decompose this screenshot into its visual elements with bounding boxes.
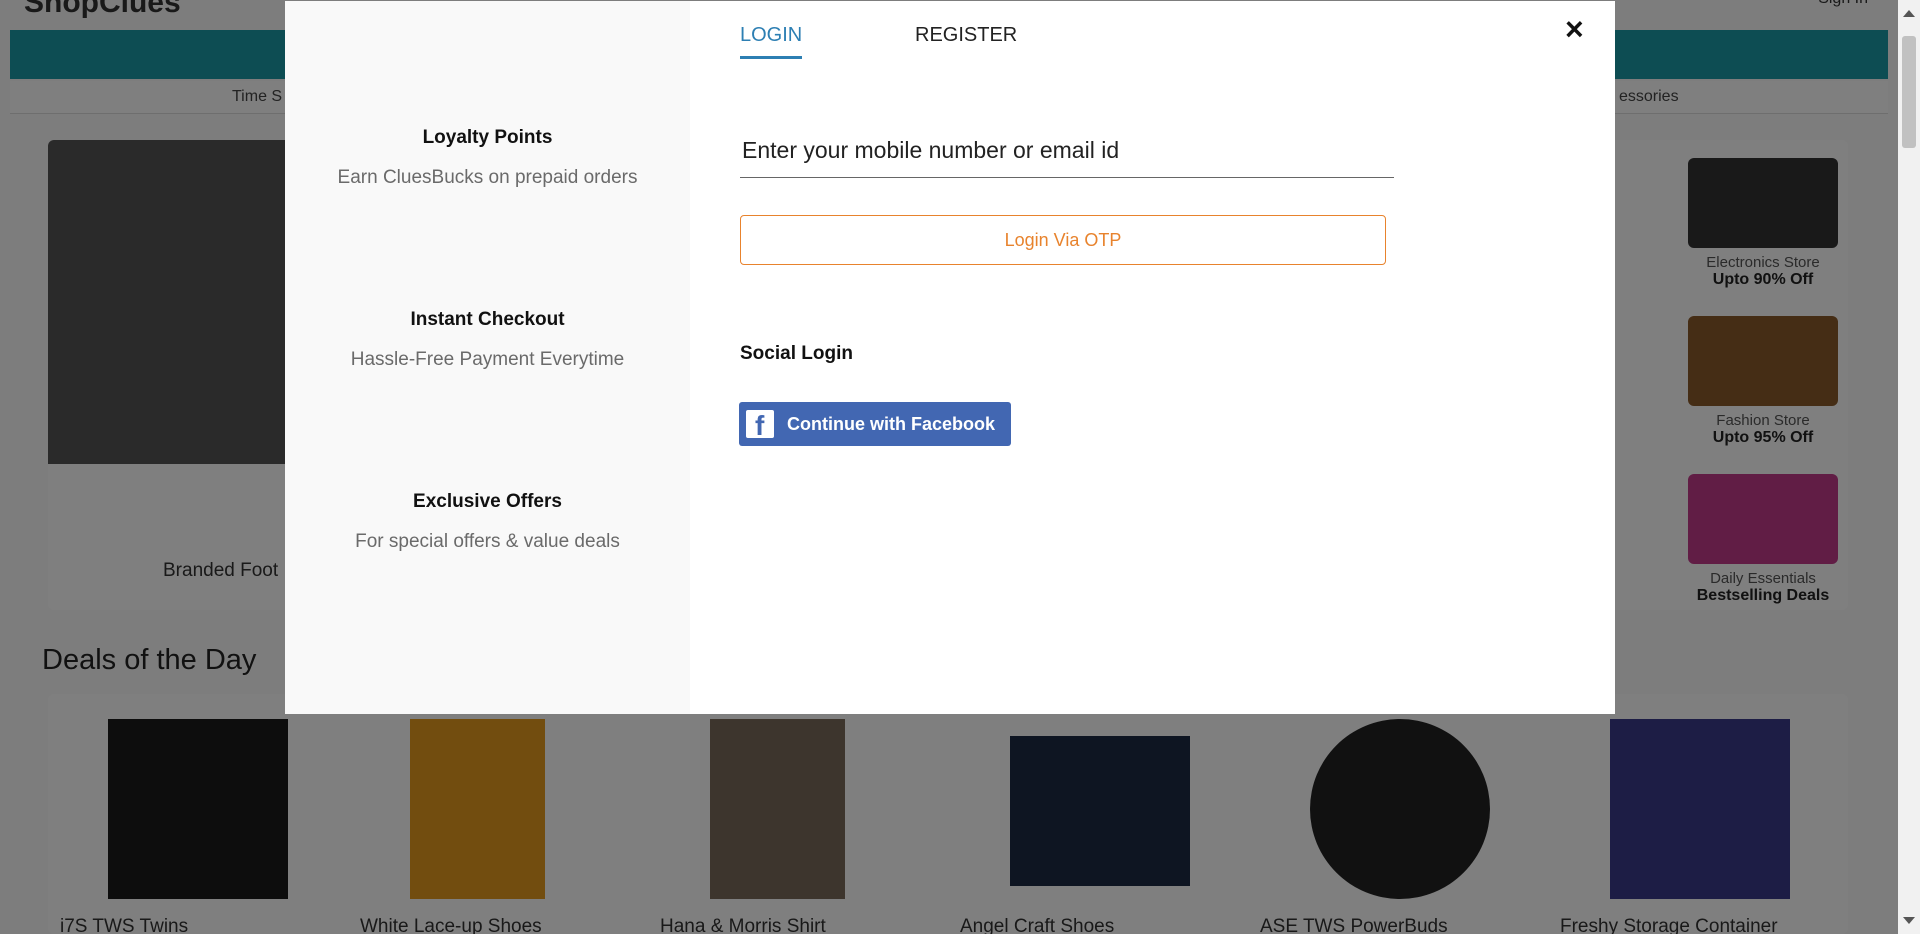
close-icon[interactable]: ×	[1565, 13, 1584, 45]
benefit-title: Instant Checkout	[410, 309, 565, 330]
benefits-panel: Loyalty Points Earn CluesBucks on prepai…	[285, 1, 690, 714]
page-scrollbar[interactable]	[1898, 0, 1920, 934]
tab-login[interactable]: LOGIN	[740, 24, 803, 59]
mobile-or-email-input[interactable]	[740, 123, 1394, 178]
scroll-down-arrow-icon[interactable]	[1903, 917, 1915, 924]
tab-register[interactable]: REGISTER	[915, 24, 1017, 47]
continue-with-facebook-button[interactable]: f Continue with Facebook	[739, 402, 1011, 446]
facebook-icon: f	[746, 410, 774, 440]
scroll-up-arrow-icon[interactable]	[1903, 10, 1915, 17]
facebook-button-label: Continue with Facebook	[787, 414, 996, 434]
benefit-loyalty-points: Loyalty Points Earn CluesBucks on prepai…	[285, 127, 690, 189]
benefit-description: Earn CluesBucks on prepaid orders	[337, 167, 638, 188]
benefit-description: Hassle-Free Payment Everytime	[350, 349, 625, 370]
benefit-title: Loyalty Points	[422, 127, 553, 148]
benefit-exclusive-offers: Exclusive Offers For special offers & va…	[285, 491, 690, 553]
benefit-description: For special offers & value deals	[355, 531, 620, 552]
login-modal: Loyalty Points Earn CluesBucks on prepai…	[285, 1, 1615, 714]
scrollbar-thumb[interactable]	[1902, 36, 1916, 148]
login-via-otp-button[interactable]: Login Via OTP	[740, 215, 1386, 265]
benefit-instant-checkout: Instant Checkout Hassle-Free Payment Eve…	[285, 309, 690, 371]
social-login-heading: Social Login	[740, 343, 853, 364]
benefit-title: Exclusive Offers	[413, 491, 562, 512]
